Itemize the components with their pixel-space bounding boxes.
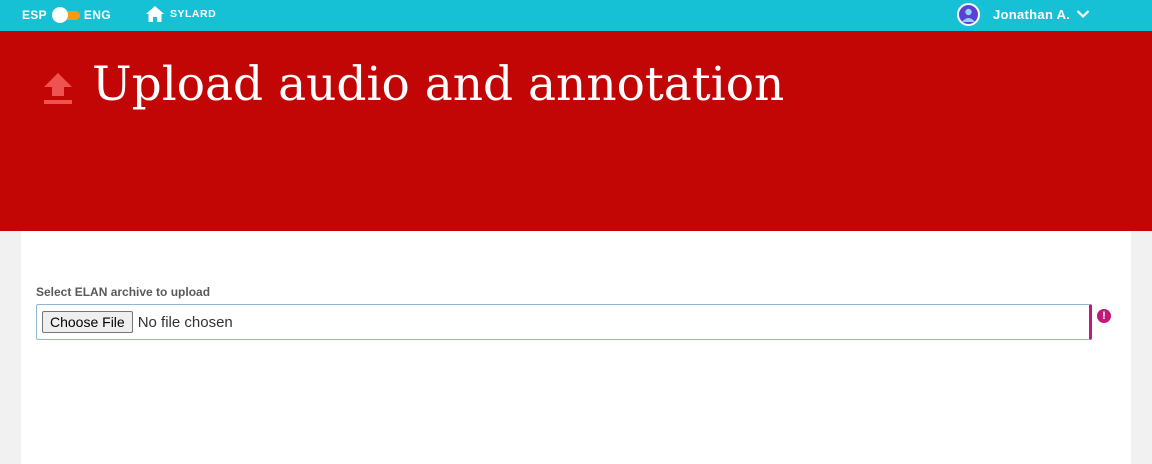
toggle-knob: [51, 6, 68, 23]
user-icon: [962, 8, 975, 22]
avatar[interactable]: [957, 2, 980, 26]
user-menu[interactable]: Jonathan A.: [957, 0, 1090, 28]
chevron-down-icon[interactable]: [1076, 9, 1090, 19]
file-field-label: Select ELAN archive to upload: [36, 285, 211, 299]
upload-form-card: Select ELAN archive to upload Choose Fil…: [21, 231, 1131, 464]
file-status-text: No file chosen: [137, 313, 233, 331]
required-error-icon: !: [1097, 309, 1111, 323]
language-esp-label[interactable]: ESP: [22, 8, 47, 22]
page-header: Upload audio and annotation: [0, 31, 1152, 231]
user-name: Jonathan A.: [993, 6, 1071, 22]
choose-file-button[interactable]: Choose File: [42, 311, 133, 333]
upload-icon: [44, 73, 72, 104]
top-bar: ESP ENG SYLARD Jonathan A.: [0, 0, 1152, 31]
language-toggle[interactable]: [51, 6, 80, 23]
home-label: SYLARD: [170, 7, 217, 20]
language-switcher: ESP ENG: [22, 0, 111, 29]
home-link[interactable]: SYLARD: [146, 0, 216, 27]
home-icon: [146, 5, 164, 22]
language-eng-label[interactable]: ENG: [84, 8, 111, 22]
page-title: Upload audio and annotation: [92, 57, 785, 112]
file-input[interactable]: Choose File No file chosen: [36, 304, 1092, 340]
